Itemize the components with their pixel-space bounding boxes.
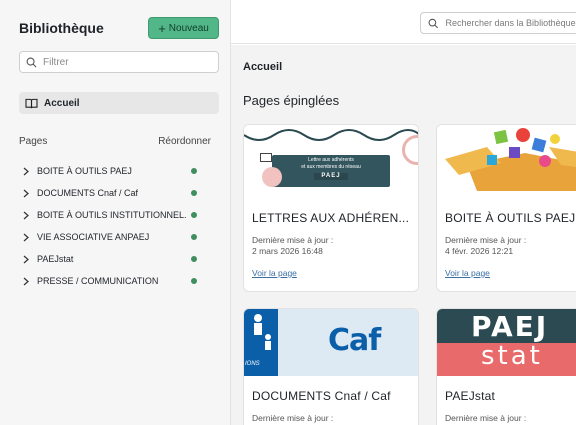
sidebar-item-label: PAEJstat	[37, 254, 74, 264]
pages-label: Pages	[19, 136, 48, 147]
search-icon	[26, 57, 37, 67]
wave-decoration	[244, 129, 418, 141]
sidebar-item-vie-associative[interactable]: VIE ASSOCIATIVE ANPAEJ	[19, 226, 219, 248]
sidebar-item-label: Accueil	[44, 97, 80, 109]
top-bar	[231, 0, 576, 44]
thumb-text: Lettre aux adhérents	[308, 157, 354, 163]
chevron-right-icon[interactable]	[19, 211, 33, 220]
card-thumbnail: IONS Caf	[244, 309, 418, 376]
status-dot	[191, 212, 197, 218]
thumb-text: et aux membres du réseau	[301, 164, 361, 170]
sidebar-item-label: PRESSE / COMMUNICATION	[37, 276, 159, 286]
card-title: PAEJstat	[445, 389, 496, 403]
pinned-card-lettres[interactable]: Lettre aux adhérents et aux membres du r…	[243, 124, 419, 292]
pinned-card-paejstat[interactable]: PAEJ stat PAEJstat Dernière mise à jour …	[436, 308, 576, 425]
plus-icon: +	[158, 20, 166, 36]
book-icon	[25, 98, 38, 108]
sidebar-item-accueil[interactable]: Accueil	[19, 92, 219, 114]
new-page-button[interactable]: + Nouveau	[148, 17, 219, 39]
chevron-right-icon[interactable]	[19, 167, 33, 176]
card-updated-date: 4 févr. 2026 12:21	[445, 246, 514, 256]
card-updated-label: Dernière mise à jour :	[252, 413, 334, 423]
sidebar-item-boite-outils-institutionnel[interactable]: BOITE À OUTILS INSTITUTIONNEL...	[19, 204, 219, 226]
sidebar-item-presse-communication[interactable]: PRESSE / COMMUNICATION	[19, 270, 219, 292]
pinned-pages-title: Pages épinglées	[243, 93, 340, 108]
sidebar-item-label: BOITE À OUTILS INSTITUTIONNEL...	[37, 210, 187, 220]
view-page-link[interactable]: Voir la page	[252, 268, 297, 278]
library-title: Bibliothèque	[19, 20, 104, 36]
new-button-label: Nouveau	[168, 22, 209, 34]
sidebar: Bibliothèque + Nouveau Accueil Pages Réo…	[0, 0, 231, 425]
thumb-text: IONS	[245, 361, 260, 367]
breadcrumb: Accueil	[243, 61, 283, 73]
card-thumbnail	[437, 125, 576, 196]
envelope-icon	[260, 153, 272, 162]
main-content: Accueil Pages épinglées Lettre aux adhér…	[231, 45, 576, 425]
card-title: LETTRES AUX ADHÉREN...	[252, 211, 410, 225]
card-thumbnail: Lettre aux adhérents et aux membres du r…	[244, 125, 418, 196]
sidebar-item-label: DOCUMENTS Cnaf / Caf	[37, 188, 139, 198]
chevron-right-icon[interactable]	[19, 233, 33, 242]
card-title: DOCUMENTS Cnaf / Caf	[252, 389, 391, 403]
card-updated-date: 2 mars 2026 16:48	[252, 246, 323, 256]
pinned-card-documents-caf[interactable]: IONS Caf DOCUMENTS Cnaf / Caf Dernière m…	[243, 308, 419, 425]
search-input[interactable]	[445, 18, 576, 28]
sidebar-item-boite-outils-paej[interactable]: BOITE À OUTILS PAEJ	[19, 160, 219, 182]
bubble-decoration	[262, 167, 282, 187]
card-thumbnail: PAEJ stat	[437, 309, 576, 376]
search-icon	[428, 18, 439, 28]
status-dot	[191, 278, 197, 284]
card-title: BOITE À OUTILS PAEJ	[445, 211, 576, 225]
page-list: BOITE À OUTILS PAEJ DOCUMENTS Cnaf / Caf…	[19, 160, 219, 292]
chevron-right-icon[interactable]	[19, 189, 33, 198]
thumb-text: PAEJ	[314, 173, 348, 180]
card-updated-label: Dernière mise à jour :	[445, 235, 527, 245]
sidebar-item-paejstat[interactable]: PAEJstat	[19, 248, 219, 270]
card-updated-label: Dernière mise à jour :	[252, 235, 334, 245]
thumb-text: PAEJ	[471, 310, 549, 343]
pinned-card-boite-outils[interactable]: BOITE À OUTILS PAEJ Dernière mise à jour…	[436, 124, 576, 292]
sidebar-item-label: BOITE À OUTILS PAEJ	[37, 166, 132, 176]
status-dot	[191, 234, 197, 240]
thumb-text: stat	[481, 341, 543, 371]
caf-logo-text: Caf	[328, 323, 381, 358]
chevron-right-icon[interactable]	[19, 277, 33, 286]
reorder-button[interactable]: Réordonner	[158, 136, 211, 147]
thumbnail-banner: Lettre aux adhérents et aux membres du r…	[272, 155, 390, 187]
chevron-right-icon[interactable]	[19, 255, 33, 264]
status-dot	[191, 190, 197, 196]
filter-field[interactable]	[19, 51, 219, 73]
sidebar-item-label: VIE ASSOCIATIVE ANPAEJ	[37, 232, 150, 242]
card-updated-label: Dernière mise à jour :	[445, 413, 527, 423]
filter-input[interactable]	[43, 56, 203, 68]
toolbox-illustration	[445, 128, 576, 191]
view-page-link[interactable]: Voir la page	[445, 268, 490, 278]
search-field[interactable]	[420, 12, 576, 34]
pages-header: Pages Réordonner	[19, 136, 211, 147]
sidebar-item-documents-cnaf[interactable]: DOCUMENTS Cnaf / Caf	[19, 182, 219, 204]
status-dot	[191, 256, 197, 262]
status-dot	[191, 168, 197, 174]
people-illustration	[254, 314, 271, 350]
